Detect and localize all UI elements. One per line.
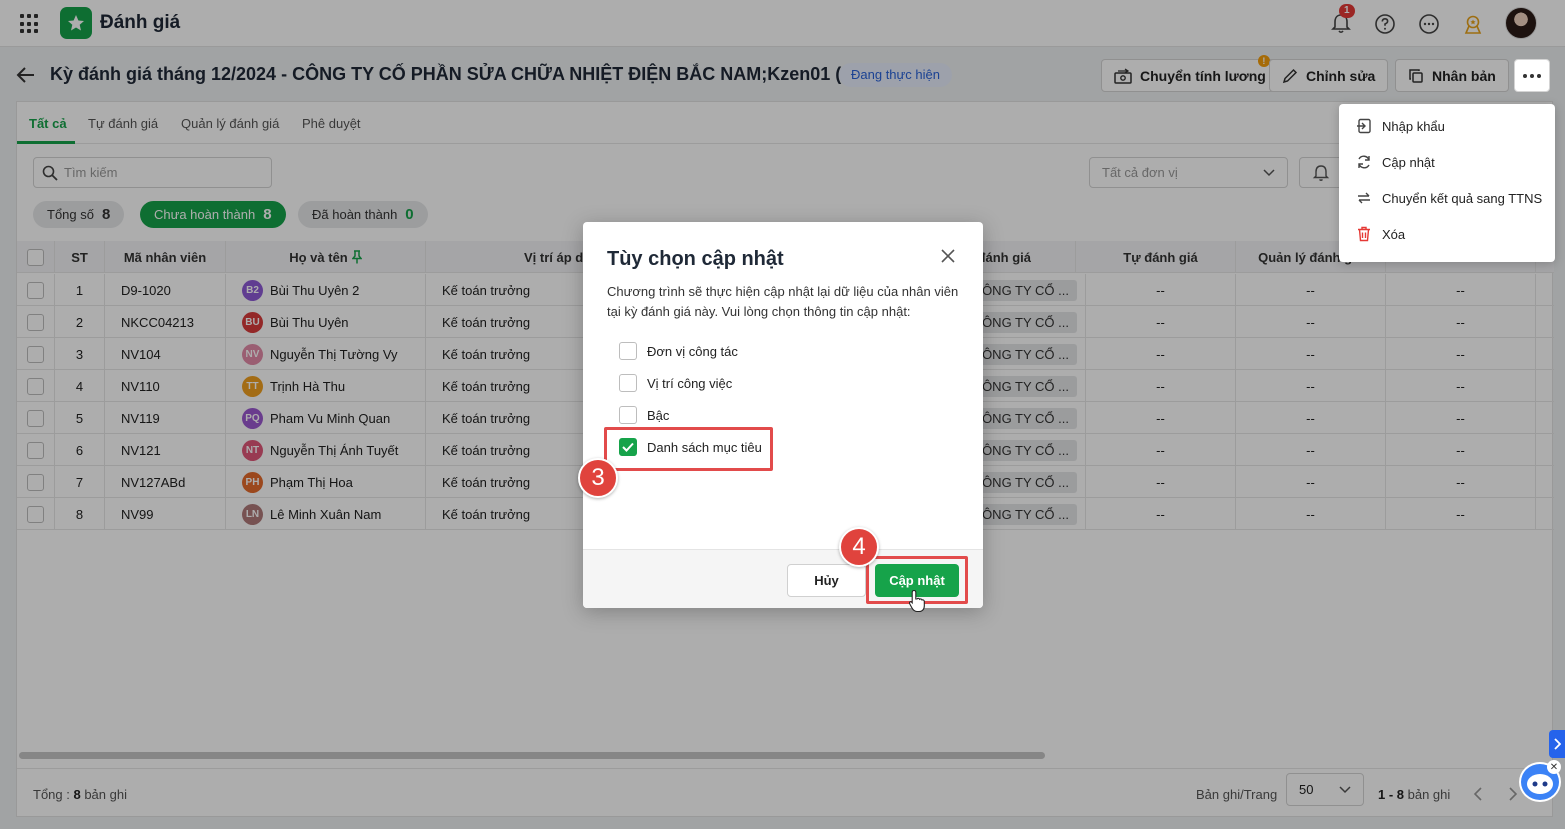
dialog-title: Tùy chọn cập nhật [607, 248, 784, 270]
chevron-right-icon [1554, 738, 1561, 750]
menu-item-update[interactable]: Cập nhật [1339, 144, 1555, 180]
update-options-dialog: Tùy chọn cập nhật Chương trình sẽ thực h… [583, 222, 983, 608]
menu-item-update-label: Cập nhật [1382, 154, 1435, 170]
step-4-marker: 4 [839, 527, 879, 567]
option-level[interactable]: Bậc [619, 405, 669, 425]
chatbot-close-icon[interactable]: ✕ [1547, 760, 1561, 774]
sync-arrows-icon [1358, 192, 1370, 204]
menu-item-transfer-results-label: Chuyển kết quả sang TTNS [1382, 190, 1543, 206]
trash-icon [1358, 226, 1370, 242]
option-work-unit-checkbox[interactable] [619, 342, 637, 360]
close-icon[interactable] [940, 248, 956, 264]
import-icon [1357, 118, 1371, 134]
more-actions-menu: Nhập khẩu Cập nhật Chuyển kết quả sang T… [1339, 104, 1555, 262]
highlight-box-goal-list [604, 427, 773, 471]
option-job-position-label: Vị trí công việc [647, 375, 733, 391]
menu-item-delete-label: Xóa [1382, 226, 1406, 242]
option-work-unit-label: Đơn vị công tác [647, 343, 738, 359]
option-job-position-checkbox[interactable] [619, 374, 637, 392]
menu-item-transfer-results[interactable]: Chuyển kết quả sang TTNS [1339, 180, 1555, 216]
step-3-marker: 3 [578, 458, 618, 498]
more-actions-button[interactable] [1514, 59, 1550, 92]
dialog-description: Chương trình sẽ thực hiện cập nhật lại d… [607, 284, 959, 319]
option-work-unit[interactable]: Đơn vị công tác [619, 341, 738, 361]
hand-cursor-icon [908, 589, 925, 613]
option-level-label: Bậc [647, 407, 670, 423]
refresh-icon [1358, 155, 1370, 169]
menu-item-delete[interactable]: Xóa [1339, 216, 1555, 252]
option-level-checkbox[interactable] [619, 406, 637, 424]
cancel-button[interactable]: Hủy [787, 564, 866, 597]
menu-item-import-label: Nhập khẩu [1382, 118, 1445, 134]
side-panel-toggle[interactable] [1549, 730, 1565, 758]
menu-item-import[interactable]: Nhập khẩu [1339, 108, 1555, 144]
option-job-position[interactable]: Vị trí công việc [619, 373, 732, 393]
